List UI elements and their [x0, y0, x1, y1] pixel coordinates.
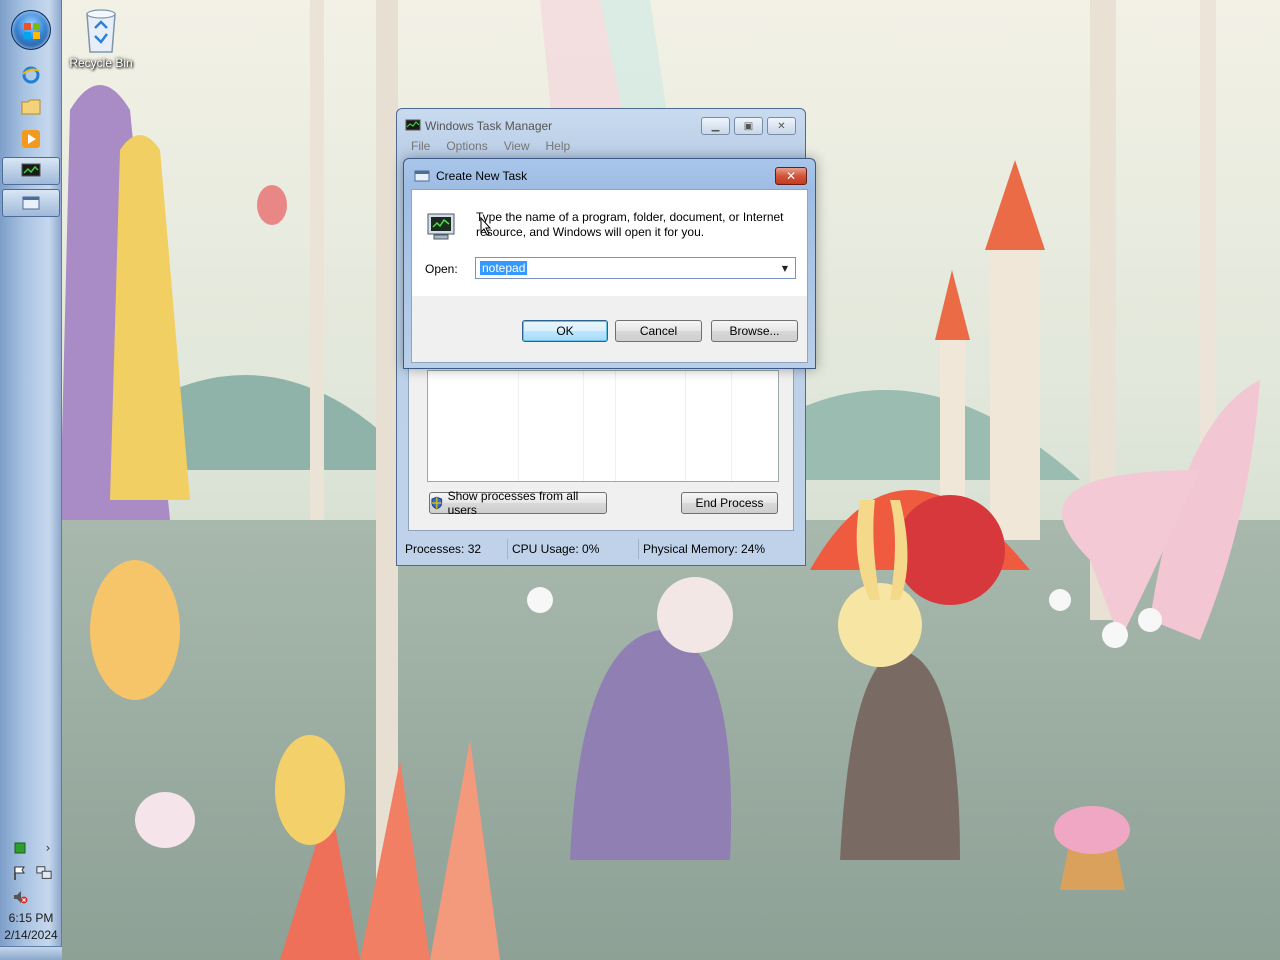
browse-button[interactable]: Browse...: [711, 320, 798, 342]
task-manager-statusbar: Processes: 32 CPU Usage: 0% Physical Mem…: [401, 539, 801, 559]
taskbar-task-manager[interactable]: [2, 157, 60, 185]
dialog-message: Type the name of a program, folder, docu…: [476, 210, 784, 239]
cancel-label: Cancel: [639, 324, 678, 338]
menu-options[interactable]: Options: [438, 139, 495, 153]
create-new-task-dialog: Create New Task ✕ Type the name of a pro…: [403, 158, 816, 369]
clock-time: 6:15 PM: [8, 911, 54, 925]
minimize-button[interactable]: ▁: [701, 117, 730, 135]
open-label: Open:: [425, 262, 458, 276]
task-manager-title: Windows Task Manager: [425, 119, 553, 133]
menu-help[interactable]: Help: [538, 139, 579, 153]
internet-explorer-icon[interactable]: [19, 63, 43, 87]
recycle-bin-label: Recycle Bin: [69, 56, 133, 70]
end-process-label: End Process: [695, 496, 764, 510]
close-button[interactable]: ✕: [767, 117, 796, 135]
cancel-button[interactable]: Cancel: [615, 320, 702, 342]
menu-file[interactable]: File: [403, 139, 438, 153]
recycle-bin-icon: [81, 6, 121, 54]
show-all-processes-label: Show processes from all users: [447, 489, 579, 517]
close-icon: ✕: [785, 169, 797, 183]
open-input-value[interactable]: notepad: [480, 261, 528, 275]
uac-shield-icon: [431, 496, 443, 510]
volume-muted-icon[interactable]: [12, 889, 28, 905]
status-physical-memory: Physical Memory: 24%: [643, 542, 766, 556]
media-player-icon[interactable]: [19, 127, 43, 151]
menu-view[interactable]: View: [496, 139, 538, 153]
close-icon: ✕: [777, 120, 786, 132]
run-icon: [414, 170, 430, 182]
dialog-body: Type the name of a program, folder, docu…: [411, 189, 808, 363]
network-icon[interactable]: [36, 865, 52, 881]
processes-panel: Show processes from all users End Proces…: [408, 365, 794, 531]
task-manager-icon: [405, 119, 421, 131]
ok-label: OK: [556, 324, 574, 338]
clock-date: 2/14/2024: [4, 928, 58, 942]
task-manager-menubar: File Options View Help: [403, 139, 578, 153]
folder-icon[interactable]: [19, 95, 43, 119]
tray-app-icon[interactable]: [12, 840, 28, 856]
end-process-button[interactable]: End Process: [681, 492, 778, 514]
show-all-processes-button[interactable]: Show processes from all users: [429, 489, 607, 517]
taskbar-run-dialog[interactable]: [2, 189, 60, 217]
show-hidden-icons-chevron-icon[interactable]: ›: [40, 840, 56, 856]
dialog-close-button[interactable]: ✕: [775, 167, 807, 185]
task-manager-titlebar[interactable]: Windows Task Manager: [405, 117, 552, 135]
run-program-icon: [427, 213, 455, 240]
status-processes: Processes: 32: [401, 539, 508, 559]
task-manager-icon: [21, 163, 41, 177]
minimize-icon: ▁: [711, 120, 720, 132]
taskbar: › 6:15 PM 2/14/2024: [0, 0, 62, 960]
status-cpu-usage: CPU Usage: 0%: [508, 539, 639, 559]
dropdown-arrow-icon[interactable]: ▼: [777, 260, 793, 276]
start-button[interactable]: [11, 10, 51, 50]
restore-button[interactable]: ▣: [734, 117, 763, 135]
action-center-flag-icon[interactable]: [12, 865, 28, 881]
mouse-cursor-icon: [480, 217, 492, 236]
taskbar-clock[interactable]: 6:15 PM 2/14/2024: [0, 910, 62, 944]
restore-icon: ▣: [743, 120, 754, 132]
process-list[interactable]: [427, 370, 779, 482]
dialog-content-area: Type the name of a program, folder, docu…: [412, 190, 807, 296]
window-icon: [22, 196, 40, 210]
browse-label: Browse...: [729, 324, 780, 338]
dialog-title: Create New Task: [436, 169, 528, 183]
show-desktop-button[interactable]: [0, 946, 62, 960]
open-combobox[interactable]: notepad ▼: [475, 257, 796, 279]
windows-logo-icon: [24, 23, 40, 39]
ok-button[interactable]: OK: [522, 320, 608, 342]
desktop-icon-recycle-bin[interactable]: Recycle Bin: [68, 6, 134, 70]
dialog-titlebar[interactable]: Create New Task: [414, 167, 527, 185]
